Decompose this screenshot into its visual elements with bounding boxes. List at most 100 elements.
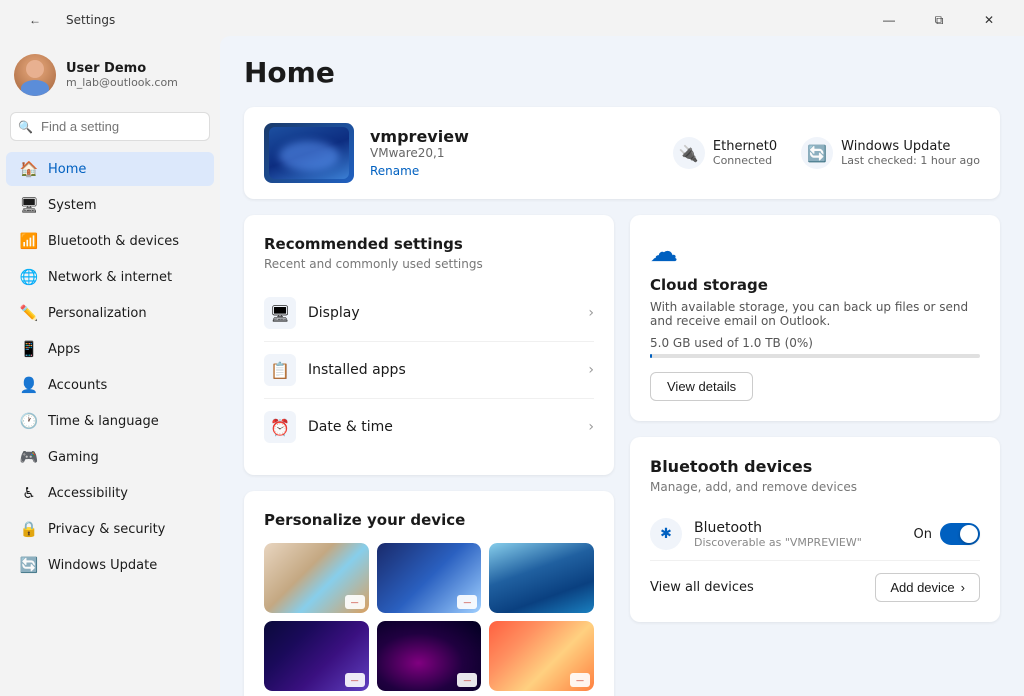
wallpaper-4[interactable]: — xyxy=(264,621,369,691)
sidebar-item-label: Windows Update xyxy=(48,558,157,573)
sidebar-item-system[interactable]: 🖥 System xyxy=(6,188,214,222)
bt-device-info: Bluetooth Discoverable as "VMPREVIEW" xyxy=(694,520,902,549)
device-thumb-inner xyxy=(269,127,349,179)
sidebar-item-label: Privacy & security xyxy=(48,522,165,537)
add-device-label: Add device xyxy=(890,580,954,595)
back-button[interactable]: ← xyxy=(12,6,58,34)
apps-icon: 📱 xyxy=(20,340,38,358)
rename-link[interactable]: Rename xyxy=(370,164,419,178)
bluetooth-devices-sub: Manage, add, and remove devices xyxy=(650,480,980,494)
sidebar-item-apps[interactable]: 📱 Apps xyxy=(6,332,214,366)
bluetooth-toggle[interactable] xyxy=(940,523,980,545)
title-bar: ← Settings — ⧉ ✕ xyxy=(0,0,1024,36)
personalize-card: Personalize your device — — xyxy=(244,491,614,696)
wallpaper-1[interactable]: — xyxy=(264,543,369,613)
maximize-button[interactable]: ⧉ xyxy=(916,6,962,34)
system-icon: 🖥 xyxy=(20,196,38,214)
view-all-devices-link[interactable]: View all devices xyxy=(650,580,754,595)
user-name: User Demo xyxy=(66,61,178,76)
sidebar-item-label: Accounts xyxy=(48,378,107,393)
privacy-icon: 🔒 xyxy=(20,520,38,538)
datetime-item[interactable]: ⏰ Date & time › xyxy=(264,399,594,455)
wallpaper-3[interactable] xyxy=(489,543,594,613)
sidebar-item-accounts[interactable]: 👤 Accounts xyxy=(6,368,214,402)
chevron-icon-3: › xyxy=(588,419,594,435)
sidebar-item-accessibility[interactable]: ♿ Accessibility xyxy=(6,476,214,510)
cloud-storage-title: Cloud storage xyxy=(650,276,980,294)
wallpaper-2[interactable]: — xyxy=(377,543,482,613)
sidebar-item-privacy[interactable]: 🔒 Privacy & security xyxy=(6,512,214,546)
bluetooth-devices-card: Bluetooth devices Manage, add, and remov… xyxy=(630,437,1000,622)
accessibility-icon: ♿ xyxy=(20,484,38,502)
title-bar-title: Settings xyxy=(66,13,115,27)
datetime-label: Date & time xyxy=(308,419,393,435)
device-desc: VMware20,1 xyxy=(370,146,657,160)
storage-bar-track xyxy=(650,354,980,358)
two-col-layout: Recommended settings Recent and commonly… xyxy=(244,215,1000,696)
sidebar-item-label: Accessibility xyxy=(48,486,128,501)
update-status: 🔄 Windows Update Last checked: 1 hour ag… xyxy=(801,137,980,169)
cloud-storage-desc: With available storage, you can back up … xyxy=(650,300,980,328)
wallpaper-badge-4: — xyxy=(345,673,365,687)
device-info: vmpreview VMware20,1 Rename xyxy=(370,127,657,179)
user-info: User Demo m_lab@outlook.com xyxy=(66,61,178,89)
device-card: vmpreview VMware20,1 Rename 🔌 Ethernet0 … xyxy=(244,107,1000,199)
installed-apps-item[interactable]: 📋 Installed apps › xyxy=(264,342,594,399)
title-bar-controls: — ⧉ ✕ xyxy=(866,6,1012,34)
wallpaper-badge-2: — xyxy=(457,595,477,609)
personalization-icon: ✏️ xyxy=(20,304,38,322)
bluetooth-device-icon: ✱ xyxy=(650,518,682,550)
wallpaper-5[interactable]: — xyxy=(377,621,482,691)
display-icon: 🖥 xyxy=(264,297,296,329)
wallpaper-6[interactable]: — xyxy=(489,621,594,691)
installed-apps-left: 📋 Installed apps xyxy=(264,354,406,386)
sidebar-item-time[interactable]: 🕐 Time & language xyxy=(6,404,214,438)
sidebar-item-home[interactable]: 🏠 Home xyxy=(6,152,214,186)
update-icon: 🔄 xyxy=(20,556,38,574)
ethernet-icon: 🔌 xyxy=(673,137,705,169)
sidebar-item-personalization[interactable]: ✏️ Personalization xyxy=(6,296,214,330)
sidebar: User Demo m_lab@outlook.com 🔍 🏠 Home 🖥 S… xyxy=(0,36,220,696)
recommended-subtitle: Recent and commonly used settings xyxy=(264,257,594,271)
sidebar-item-label: Home xyxy=(48,162,86,177)
sidebar-item-update[interactable]: 🔄 Windows Update xyxy=(6,548,214,582)
time-icon: 🕐 xyxy=(20,412,38,430)
device-status-group: 🔌 Ethernet0 Connected 🔄 Windows Update L… xyxy=(673,137,980,169)
avatar xyxy=(14,54,56,96)
sidebar-item-gaming[interactable]: 🎮 Gaming xyxy=(6,440,214,474)
display-setting-item[interactable]: 🖥 Display › xyxy=(264,285,594,342)
network-icon: 🌐 xyxy=(20,268,38,286)
display-item-left: 🖥 Display xyxy=(264,297,360,329)
bluetooth-nav-icon: 📶 xyxy=(20,232,38,250)
bt-on-label: On xyxy=(914,527,932,542)
wallpaper-badge-1: — xyxy=(345,595,365,609)
close-button[interactable]: ✕ xyxy=(966,6,1012,34)
user-email: m_lab@outlook.com xyxy=(66,76,178,89)
title-bar-left: ← Settings xyxy=(12,6,115,34)
search-input[interactable] xyxy=(10,112,210,141)
sidebar-item-label: Apps xyxy=(48,342,80,357)
sidebar-user: User Demo m_lab@outlook.com xyxy=(0,44,220,112)
ethernet-sub: Connected xyxy=(713,154,777,167)
gaming-icon: 🎮 xyxy=(20,448,38,466)
wallpaper-grid: — — — xyxy=(264,543,594,691)
add-device-button[interactable]: Add device › xyxy=(875,573,980,602)
storage-bar-fill xyxy=(650,354,652,358)
sidebar-item-label: System xyxy=(48,198,96,213)
sidebar-item-bluetooth[interactable]: 📶 Bluetooth & devices xyxy=(6,224,214,258)
bt-toggle-area: On xyxy=(914,523,980,545)
sidebar-item-network[interactable]: 🌐 Network & internet xyxy=(6,260,214,294)
datetime-icon: ⏰ xyxy=(264,411,296,443)
search-container: 🔍 xyxy=(10,112,210,141)
recommended-settings-card: Recommended settings Recent and commonly… xyxy=(244,215,614,475)
display-label: Display xyxy=(308,305,360,321)
minimize-button[interactable]: — xyxy=(866,6,912,34)
personalize-title: Personalize your device xyxy=(264,511,594,529)
wallpaper-badge-6: — xyxy=(570,673,590,687)
toggle-knob xyxy=(960,525,978,543)
bt-device-sub: Discoverable as "VMPREVIEW" xyxy=(694,536,902,549)
view-details-button[interactable]: View details xyxy=(650,372,753,401)
bluetooth-device-row: ✱ Bluetooth Discoverable as "VMPREVIEW" … xyxy=(650,508,980,561)
home-icon: 🏠 xyxy=(20,160,38,178)
ethernet-status: 🔌 Ethernet0 Connected xyxy=(673,137,777,169)
